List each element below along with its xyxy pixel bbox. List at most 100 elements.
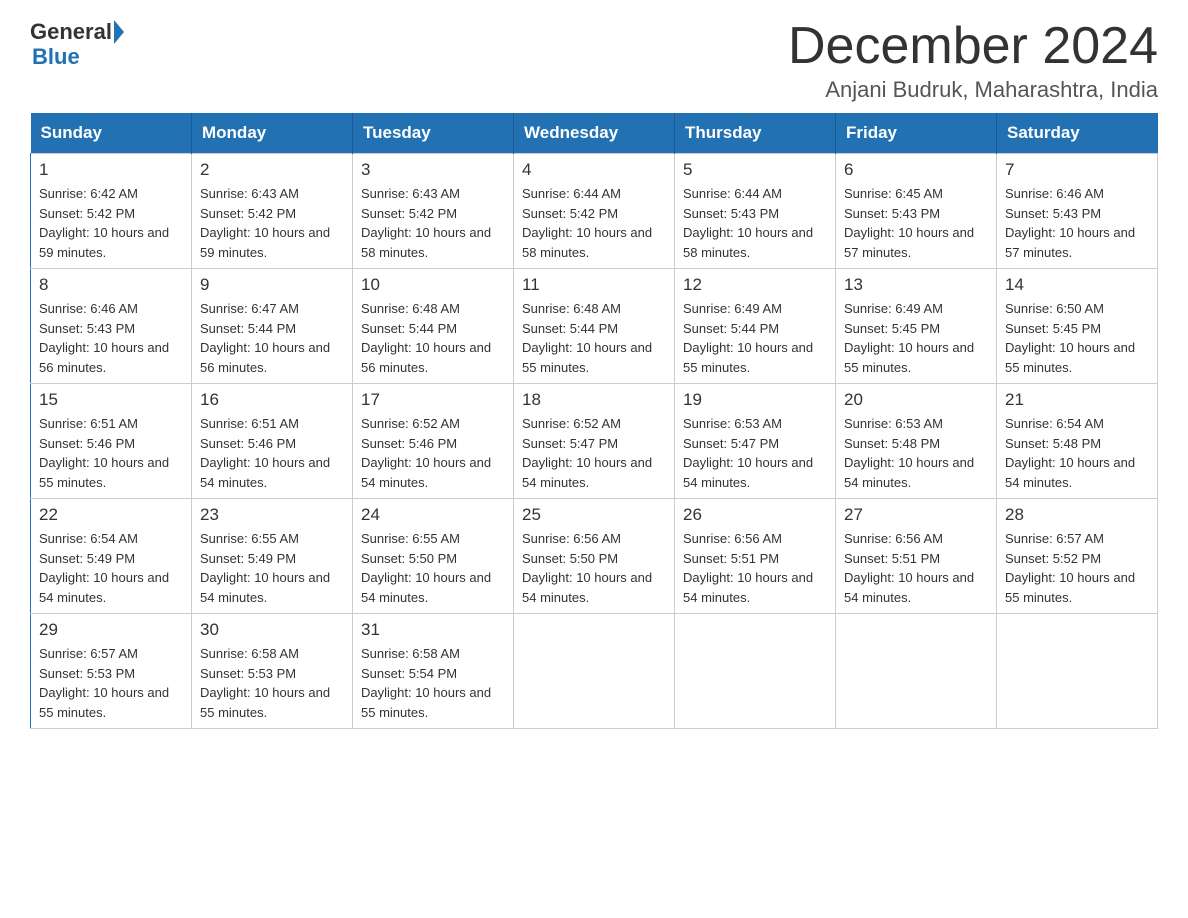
day-number: 7	[1005, 160, 1149, 180]
logo-general-text: General	[30, 21, 112, 43]
week-row-5: 29 Sunrise: 6:57 AMSunset: 5:53 PMDayligh…	[31, 614, 1158, 729]
day-number: 14	[1005, 275, 1149, 295]
calendar-cell: 29 Sunrise: 6:57 AMSunset: 5:53 PMDayligh…	[31, 614, 192, 729]
calendar-cell: 14Sunrise: 6:50 AMSunset: 5:45 PMDayligh…	[997, 269, 1158, 384]
column-header-sunday: Sunday	[31, 113, 192, 154]
day-number: 30	[200, 620, 344, 640]
day-number: 26	[683, 505, 827, 525]
page-header: General Blue December 2024 Anjani Budruk…	[30, 20, 1158, 103]
day-number: 6	[844, 160, 988, 180]
calendar-cell: 30 Sunrise: 6:58 AMSunset: 5:53 PMDayligh…	[192, 614, 353, 729]
day-info: Sunrise: 6:55 AMSunset: 5:50 PMDaylight:…	[361, 529, 505, 607]
day-number: 19	[683, 390, 827, 410]
calendar-cell: 23Sunrise: 6:55 AMSunset: 5:49 PMDayligh…	[192, 499, 353, 614]
calendar-cell: 10 Sunrise: 6:48 AMSunset: 5:44 PMDayligh…	[353, 269, 514, 384]
day-number: 1	[39, 160, 183, 180]
calendar-cell: 4 Sunrise: 6:44 AMSunset: 5:42 PMDaylight…	[514, 154, 675, 269]
day-info: Sunrise: 6:48 AMSunset: 5:44 PMDaylight:…	[361, 299, 505, 377]
day-info: Sunrise: 6:56 AMSunset: 5:50 PMDaylight:…	[522, 529, 666, 607]
calendar-cell	[675, 614, 836, 729]
logo-blue-text: Blue	[32, 44, 80, 69]
day-number: 16	[200, 390, 344, 410]
location-title: Anjani Budruk, Maharashtra, India	[788, 77, 1158, 103]
calendar-cell: 6 Sunrise: 6:45 AMSunset: 5:43 PMDaylight…	[836, 154, 997, 269]
day-info: Sunrise: 6:44 AMSunset: 5:43 PMDaylight:…	[683, 184, 827, 262]
calendar-cell: 15 Sunrise: 6:51 AMSunset: 5:46 PMDayligh…	[31, 384, 192, 499]
day-info: Sunrise: 6:56 AMSunset: 5:51 PMDaylight:…	[844, 529, 988, 607]
calendar-cell: 5 Sunrise: 6:44 AMSunset: 5:43 PMDaylight…	[675, 154, 836, 269]
calendar-cell	[836, 614, 997, 729]
day-info: Sunrise: 6:51 AMSunset: 5:46 PMDaylight:…	[39, 414, 183, 492]
day-info: Sunrise: 6:46 AMSunset: 5:43 PMDaylight:…	[1005, 184, 1149, 262]
calendar-cell	[997, 614, 1158, 729]
week-row-2: 8 Sunrise: 6:46 AMSunset: 5:43 PMDaylight…	[31, 269, 1158, 384]
day-info: Sunrise: 6:58 AMSunset: 5:53 PMDaylight:…	[200, 644, 344, 722]
day-info: Sunrise: 6:43 AMSunset: 5:42 PMDaylight:…	[361, 184, 505, 262]
day-number: 21	[1005, 390, 1149, 410]
day-info: Sunrise: 6:54 AMSunset: 5:48 PMDaylight:…	[1005, 414, 1149, 492]
day-info: Sunrise: 6:53 AMSunset: 5:47 PMDaylight:…	[683, 414, 827, 492]
column-header-friday: Friday	[836, 113, 997, 154]
day-info: Sunrise: 6:52 AMSunset: 5:46 PMDaylight:…	[361, 414, 505, 492]
day-number: 9	[200, 275, 344, 295]
day-number: 28	[1005, 505, 1149, 525]
logo: General Blue	[30, 20, 126, 70]
column-header-wednesday: Wednesday	[514, 113, 675, 154]
day-number: 11	[522, 275, 666, 295]
day-info: Sunrise: 6:54 AMSunset: 5:49 PMDaylight:…	[39, 529, 183, 607]
day-number: 3	[361, 160, 505, 180]
calendar-cell: 28 Sunrise: 6:57 AMSunset: 5:52 PMDayligh…	[997, 499, 1158, 614]
day-info: Sunrise: 6:51 AMSunset: 5:46 PMDaylight:…	[200, 414, 344, 492]
calendar-cell: 11 Sunrise: 6:48 AMSunset: 5:44 PMDayligh…	[514, 269, 675, 384]
calendar-cell: 1 Sunrise: 6:42 AMSunset: 5:42 PMDaylight…	[31, 154, 192, 269]
day-number: 2	[200, 160, 344, 180]
calendar-cell: 27 Sunrise: 6:56 AMSunset: 5:51 PMDayligh…	[836, 499, 997, 614]
day-info: Sunrise: 6:58 AMSunset: 5:54 PMDaylight:…	[361, 644, 505, 722]
calendar-cell: 18Sunrise: 6:52 AMSunset: 5:47 PMDayligh…	[514, 384, 675, 499]
day-info: Sunrise: 6:43 AMSunset: 5:42 PMDaylight:…	[200, 184, 344, 262]
day-info: Sunrise: 6:57 AMSunset: 5:52 PMDaylight:…	[1005, 529, 1149, 607]
calendar-cell: 19 Sunrise: 6:53 AMSunset: 5:47 PMDayligh…	[675, 384, 836, 499]
day-info: Sunrise: 6:46 AMSunset: 5:43 PMDaylight:…	[39, 299, 183, 377]
column-header-tuesday: Tuesday	[353, 113, 514, 154]
calendar-cell: 13 Sunrise: 6:49 AMSunset: 5:45 PMDayligh…	[836, 269, 997, 384]
calendar-cell: 21 Sunrise: 6:54 AMSunset: 5:48 PMDayligh…	[997, 384, 1158, 499]
calendar-cell: 17 Sunrise: 6:52 AMSunset: 5:46 PMDayligh…	[353, 384, 514, 499]
calendar-cell	[514, 614, 675, 729]
calendar-cell: 3 Sunrise: 6:43 AMSunset: 5:42 PMDaylight…	[353, 154, 514, 269]
calendar-cell: 22Sunrise: 6:54 AMSunset: 5:49 PMDayligh…	[31, 499, 192, 614]
calendar-cell: 16 Sunrise: 6:51 AMSunset: 5:46 PMDayligh…	[192, 384, 353, 499]
day-number: 17	[361, 390, 505, 410]
calendar-cell: 24 Sunrise: 6:55 AMSunset: 5:50 PMDayligh…	[353, 499, 514, 614]
calendar-cell: 31 Sunrise: 6:58 AMSunset: 5:54 PMDayligh…	[353, 614, 514, 729]
day-number: 5	[683, 160, 827, 180]
day-number: 4	[522, 160, 666, 180]
week-row-1: 1 Sunrise: 6:42 AMSunset: 5:42 PMDaylight…	[31, 154, 1158, 269]
day-info: Sunrise: 6:48 AMSunset: 5:44 PMDaylight:…	[522, 299, 666, 377]
day-number: 27	[844, 505, 988, 525]
day-number: 29	[39, 620, 183, 640]
calendar-cell: 7 Sunrise: 6:46 AMSunset: 5:43 PMDaylight…	[997, 154, 1158, 269]
week-row-3: 15 Sunrise: 6:51 AMSunset: 5:46 PMDayligh…	[31, 384, 1158, 499]
calendar-header-row: SundayMondayTuesdayWednesdayThursdayFrid…	[31, 113, 1158, 154]
day-number: 8	[39, 275, 183, 295]
calendar-table: SundayMondayTuesdayWednesdayThursdayFrid…	[30, 113, 1158, 729]
day-number: 15	[39, 390, 183, 410]
title-section: December 2024 Anjani Budruk, Maharashtra…	[788, 20, 1158, 103]
day-number: 13	[844, 275, 988, 295]
day-info: Sunrise: 6:49 AMSunset: 5:45 PMDaylight:…	[844, 299, 988, 377]
column-header-saturday: Saturday	[997, 113, 1158, 154]
day-info: Sunrise: 6:52 AMSunset: 5:47 PMDaylight:…	[522, 414, 666, 492]
week-row-4: 22Sunrise: 6:54 AMSunset: 5:49 PMDayligh…	[31, 499, 1158, 614]
day-number: 31	[361, 620, 505, 640]
day-number: 10	[361, 275, 505, 295]
day-info: Sunrise: 6:45 AMSunset: 5:43 PMDaylight:…	[844, 184, 988, 262]
day-info: Sunrise: 6:49 AMSunset: 5:44 PMDaylight:…	[683, 299, 827, 377]
day-number: 24	[361, 505, 505, 525]
day-info: Sunrise: 6:44 AMSunset: 5:42 PMDaylight:…	[522, 184, 666, 262]
day-info: Sunrise: 6:42 AMSunset: 5:42 PMDaylight:…	[39, 184, 183, 262]
day-info: Sunrise: 6:57 AMSunset: 5:53 PMDaylight:…	[39, 644, 183, 722]
calendar-cell: 12Sunrise: 6:49 AMSunset: 5:44 PMDayligh…	[675, 269, 836, 384]
calendar-cell: 26 Sunrise: 6:56 AMSunset: 5:51 PMDayligh…	[675, 499, 836, 614]
day-info: Sunrise: 6:56 AMSunset: 5:51 PMDaylight:…	[683, 529, 827, 607]
